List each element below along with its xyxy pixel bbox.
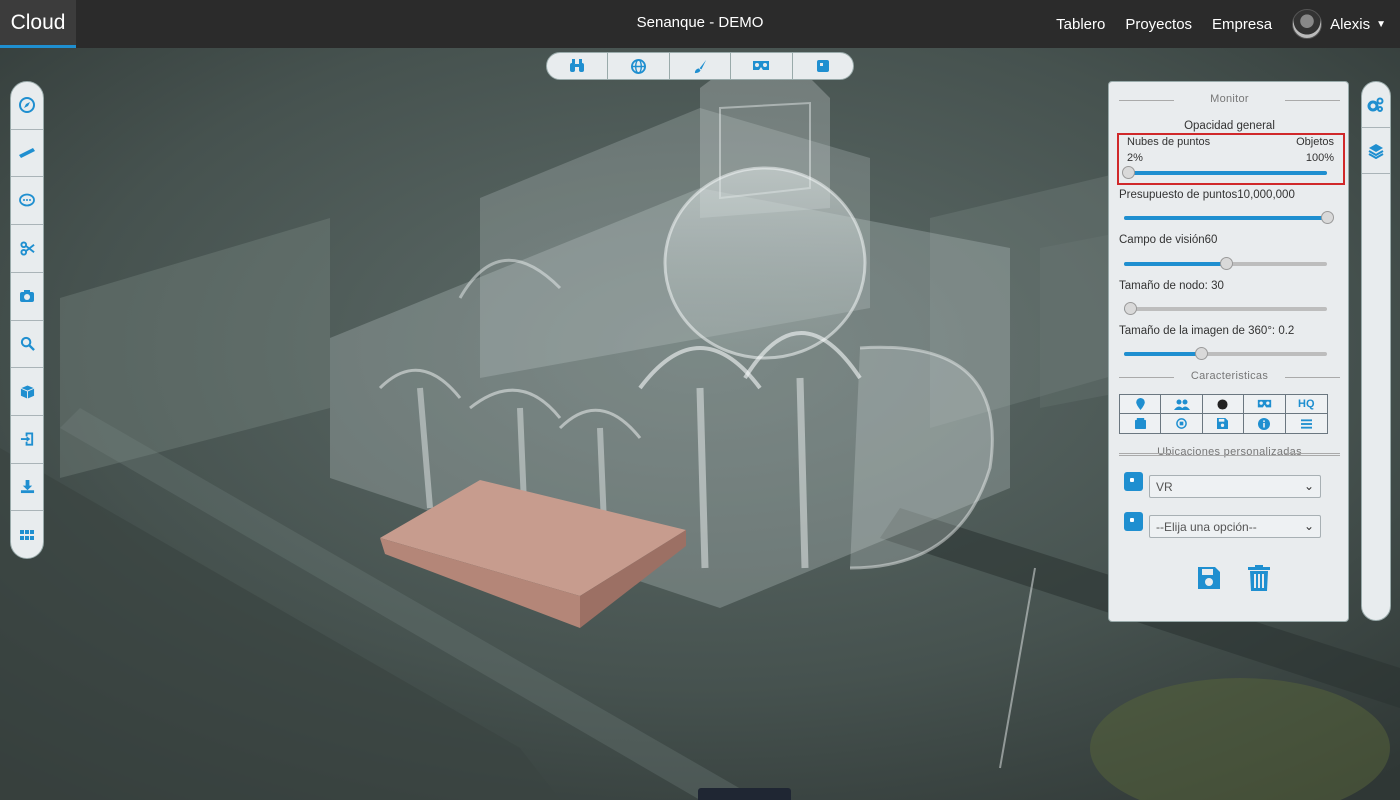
top-bar: Cloud Senanque - DEMO Tablero Proyectos … <box>0 0 1400 48</box>
point-budget-slider[interactable] <box>1124 211 1334 224</box>
avatar[interactable] <box>1292 9 1323 39</box>
location-select-option-value: --Elija una opción-- <box>1156 520 1257 534</box>
vr-headset-icon[interactable] <box>731 53 793 79</box>
image360-label: Tamaño de la imagen de 360°: 0.2 <box>1119 325 1295 337</box>
image360-slider-fill <box>1124 352 1202 356</box>
nav-link-proyectos[interactable]: Proyectos <box>1125 16 1192 33</box>
stop-icon[interactable] <box>1161 414 1203 433</box>
fov-slider-thumb[interactable] <box>1219 257 1233 270</box>
features-grid: HQ <box>1119 394 1328 434</box>
opacity-title: Opacidad general <box>1184 120 1275 132</box>
square-icon[interactable] <box>793 53 853 79</box>
search-icon[interactable] <box>11 321 43 369</box>
scissors-icon[interactable] <box>11 225 43 273</box>
main-nav: Tablero Proyectos Empresa Alexis ▼ <box>1056 0 1386 48</box>
save-icon[interactable] <box>1202 414 1245 433</box>
list-icon[interactable] <box>1285 414 1327 433</box>
brand-logo[interactable]: Cloud <box>0 0 76 48</box>
cube-icon[interactable] <box>11 368 43 416</box>
image360-slider-thumb[interactable] <box>1195 347 1209 360</box>
point-budget-label: Presupuesto de puntos10,000,000 <box>1119 189 1295 201</box>
chevron-down-icon: ⌄ <box>1303 519 1314 533</box>
monitor-section-title: Monitor <box>1119 93 1340 105</box>
left-toolbar <box>10 81 44 559</box>
camera-icon[interactable] <box>11 273 43 321</box>
hq-button[interactable]: HQ <box>1285 395 1327 414</box>
brush-icon[interactable] <box>670 53 732 79</box>
monitor-panel: Monitor Opacidad general Nubes de puntos… <box>1108 81 1349 622</box>
opacity-highlight-box <box>1117 133 1345 185</box>
cogs-icon[interactable] <box>1362 82 1390 128</box>
point-budget-slider-fill <box>1124 216 1327 220</box>
bottom-tab[interactable] <box>698 788 791 800</box>
info-icon[interactable] <box>1244 414 1286 433</box>
grid-icon[interactable] <box>11 511 43 558</box>
location-select-vr[interactable]: VR ⌄ <box>1149 475 1321 498</box>
save-location-icon[interactable] <box>1197 566 1221 593</box>
circle-icon[interactable] <box>1202 395 1245 414</box>
import-icon[interactable] <box>11 416 43 464</box>
card-icon[interactable] <box>1120 414 1162 433</box>
comment-icon[interactable] <box>11 177 43 226</box>
right-toolbar <box>1361 81 1391 621</box>
users-icon[interactable] <box>1161 395 1203 414</box>
binoculars-icon[interactable] <box>547 53 609 79</box>
trash-icon[interactable] <box>1247 565 1271 594</box>
nav-link-tablero[interactable]: Tablero <box>1056 16 1105 33</box>
image360-slider[interactable] <box>1124 347 1327 360</box>
point-budget-slider-thumb[interactable] <box>1321 211 1334 224</box>
compass-icon[interactable] <box>11 82 43 130</box>
globe-icon[interactable] <box>608 53 670 79</box>
marker-icon[interactable] <box>1120 395 1162 414</box>
location-select-vr-value: VR <box>1156 480 1173 494</box>
nav-link-empresa[interactable]: Empresa <box>1212 16 1272 33</box>
locations-section-title: Ubicaciones personalizadas <box>1119 446 1340 458</box>
location-pin-icon <box>1124 472 1143 491</box>
node-size-slider-thumb[interactable] <box>1124 302 1138 315</box>
user-menu[interactable]: Alexis ▼ <box>1292 9 1386 39</box>
node-size-slider[interactable] <box>1124 302 1327 315</box>
features-section-title: Caracteristicas <box>1119 370 1340 382</box>
top-toolbar <box>546 52 854 80</box>
location-select-option[interactable]: --Elija una opción-- ⌄ <box>1149 515 1321 538</box>
ruler-icon[interactable] <box>11 130 43 178</box>
node-size-label: Tamaño de nodo: 30 <box>1119 280 1224 292</box>
vr-headset-icon[interactable] <box>1244 395 1286 414</box>
fov-slider[interactable] <box>1124 257 1327 270</box>
download-icon[interactable] <box>11 464 43 512</box>
user-name[interactable]: Alexis <box>1330 16 1370 33</box>
location-add-icon <box>1124 512 1143 531</box>
chevron-down-icon[interactable]: ▼ <box>1376 19 1386 30</box>
fov-slider-fill <box>1124 262 1226 266</box>
fov-label: Campo de visión60 <box>1119 234 1218 246</box>
chevron-down-icon: ⌄ <box>1303 479 1314 493</box>
layers-icon[interactable] <box>1362 128 1390 174</box>
